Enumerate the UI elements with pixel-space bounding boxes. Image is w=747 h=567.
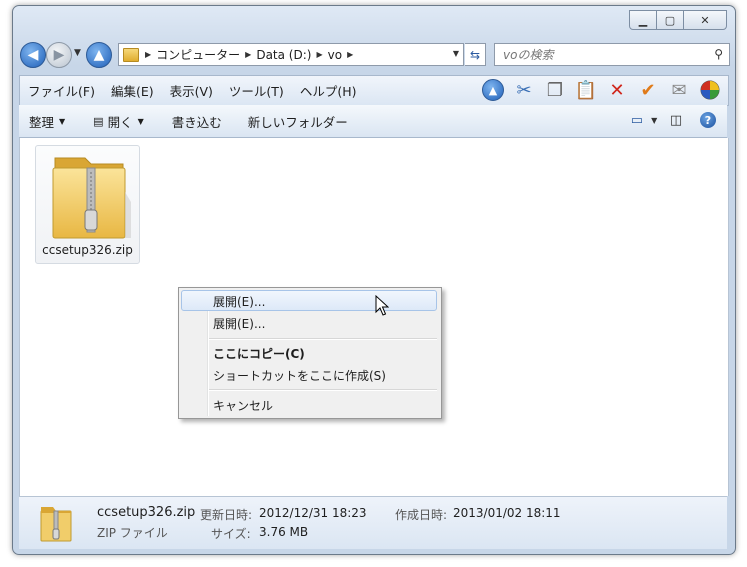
menu-bar: ファイル(F) 編集(E) 表示(V) ツール(T) ヘルプ(H) ▲ ✂ ❐ … bbox=[19, 75, 729, 106]
details-file-type: ZIP ファイル bbox=[97, 526, 168, 540]
up-icon[interactable]: ▲ bbox=[479, 78, 507, 102]
context-menu-item-copy-here[interactable]: ここにコピー(C) bbox=[181, 342, 437, 363]
context-menu-item-cancel[interactable]: キャンセル bbox=[181, 394, 437, 415]
back-arrow-icon: ◀ bbox=[27, 47, 39, 63]
back-button[interactable]: ◀ bbox=[20, 42, 46, 68]
explorer-window: ▁ ▢ ✕ ◀ ▶ ▼ ▲ ▶ コンピューター ▶ Data (D:) ▶ vo… bbox=[12, 5, 736, 555]
menu-tools[interactable]: ツール(T) bbox=[221, 81, 292, 100]
breadcrumb-drive[interactable]: Data (D:) bbox=[256, 48, 311, 62]
search-input[interactable] bbox=[501, 46, 705, 63]
maximize-icon: ▢ bbox=[664, 13, 676, 27]
close-button[interactable]: ✕ bbox=[683, 10, 727, 30]
breadcrumb-folder[interactable]: vo bbox=[328, 48, 342, 62]
palette-icon[interactable] bbox=[696, 78, 724, 102]
file-item[interactable]: ccsetup326.zip bbox=[35, 145, 140, 264]
details-pane: ccsetup326.zip ZIP ファイル 更新日時: 2012/12/31… bbox=[19, 496, 727, 549]
paste-icon[interactable]: 📋 bbox=[572, 78, 600, 102]
context-menu-label: キャンセル bbox=[213, 399, 274, 413]
new-folder-button[interactable]: 新しいフォルダー bbox=[238, 112, 358, 131]
command-bar-right: ▭ ▼ ◫ ? bbox=[625, 109, 721, 131]
chevron-down-icon: ▼ bbox=[137, 116, 144, 126]
context-menu-item-extract-highlighted[interactable]: 展開(E)... bbox=[181, 290, 437, 311]
search-icon[interactable]: ⚲ bbox=[714, 47, 723, 61]
organize-label: 整理 bbox=[29, 114, 55, 130]
preview-pane-button[interactable]: ◫ bbox=[663, 109, 689, 131]
open-button[interactable]: ▤ 開く ▼ bbox=[83, 112, 154, 131]
history-dropdown-icon[interactable]: ▼ bbox=[74, 48, 81, 58]
caption-buttons: ▁ ▢ ✕ bbox=[629, 10, 727, 30]
chevron-right-icon[interactable]: ▶ bbox=[145, 50, 151, 59]
copy-icon[interactable]: ❐ bbox=[541, 78, 569, 102]
new-folder-label: 新しいフォルダー bbox=[247, 114, 348, 130]
view-options-button[interactable]: ▭ ▼ bbox=[631, 109, 657, 131]
search-box[interactable]: ⚲ bbox=[494, 43, 730, 66]
view-icon: ▭ bbox=[630, 112, 644, 128]
navigation-bar: ◀ ▶ ▼ ▲ ▶ コンピューター ▶ Data (D:) ▶ vo ▶ ▼ ⇆… bbox=[20, 42, 730, 68]
chevron-right-icon[interactable]: ▶ bbox=[316, 50, 322, 59]
minimize-button[interactable]: ▁ bbox=[629, 10, 657, 30]
menu-help[interactable]: ヘルプ(H) bbox=[292, 81, 365, 100]
context-menu-item-extract[interactable]: 展開(E)... bbox=[181, 312, 437, 333]
context-menu-label: 展開(E)... bbox=[213, 317, 266, 331]
refresh-button[interactable]: ⇆ bbox=[465, 43, 486, 66]
help-icon: ? bbox=[700, 112, 716, 128]
maximize-button[interactable]: ▢ bbox=[656, 10, 684, 30]
breadcrumb-computer[interactable]: コンピューター bbox=[156, 46, 240, 63]
context-menu-label: ショートカットをここに作成(S) bbox=[213, 369, 386, 383]
context-menu-item-create-shortcut[interactable]: ショートカットをここに作成(S) bbox=[181, 364, 437, 385]
zip-folder-icon bbox=[52, 157, 131, 239]
minimize-icon: ▁ bbox=[638, 13, 648, 27]
forward-arrow-icon: ▶ bbox=[53, 47, 65, 63]
mouse-cursor-icon bbox=[375, 295, 389, 316]
forward-button[interactable]: ▶ bbox=[46, 42, 72, 68]
chevron-down-icon: ▼ bbox=[651, 115, 658, 125]
file-name: ccsetup326.zip bbox=[42, 243, 133, 257]
menu-file[interactable]: ファイル(F) bbox=[20, 81, 103, 100]
up-button[interactable]: ▲ bbox=[86, 42, 112, 68]
open-label: 開く bbox=[107, 114, 133, 130]
address-bar[interactable]: ▶ コンピューター ▶ Data (D:) ▶ vo ▶ ▼ bbox=[118, 43, 464, 66]
help-button[interactable]: ? bbox=[695, 109, 721, 131]
menu-view[interactable]: 表示(V) bbox=[162, 81, 221, 100]
context-menu: 展開(E)... 展開(E)... ここにコピー(C) ショートカットをここに作… bbox=[178, 287, 442, 419]
check-icon[interactable]: ✔ bbox=[634, 78, 662, 102]
folder-icon bbox=[123, 47, 139, 62]
chevron-right-icon[interactable]: ▶ bbox=[347, 50, 353, 59]
command-bar: 整理 ▼ ▤ 開く ▼ 書き込む 新しいフォルダー ▭ ▼ ◫ ? bbox=[19, 105, 727, 138]
mail-icon[interactable]: ✉ bbox=[665, 78, 693, 102]
context-menu-label: 展開(E)... bbox=[213, 295, 266, 309]
details-created-value: 2013/01/02 18:11 bbox=[453, 506, 561, 520]
context-menu-separator bbox=[209, 338, 437, 340]
refresh-icon: ⇆ bbox=[469, 47, 481, 62]
details-file-name: ccsetup326.zip bbox=[97, 505, 196, 520]
up-arrow-icon: ▲ bbox=[93, 47, 105, 63]
close-icon: ✕ bbox=[700, 13, 710, 27]
menu-edit[interactable]: 編集(E) bbox=[103, 81, 162, 100]
details-size-label: サイズ: bbox=[211, 527, 251, 541]
zip-folder-icon bbox=[40, 507, 72, 542]
context-menu-label: ここにコピー(C) bbox=[213, 347, 305, 361]
burn-label: 書き込む bbox=[171, 114, 222, 130]
address-dropdown-icon[interactable]: ▼ bbox=[453, 49, 459, 58]
context-menu-separator bbox=[209, 389, 437, 391]
details-modified-value: 2012/12/31 18:23 bbox=[259, 506, 367, 520]
chevron-right-icon[interactable]: ▶ bbox=[245, 50, 251, 59]
organize-button[interactable]: 整理 ▼ bbox=[19, 112, 75, 131]
open-icon: ▤ bbox=[93, 114, 104, 128]
details-modified-label: 更新日時: bbox=[200, 508, 253, 522]
details-size-value: 3.76 MB bbox=[259, 525, 309, 539]
cut-icon[interactable]: ✂ bbox=[510, 78, 538, 102]
details-created-label: 作成日時: bbox=[395, 508, 448, 522]
toolbar-icons: ▲ ✂ ❐ 📋 ✕ ✔ ✉ bbox=[476, 78, 724, 102]
preview-pane-icon: ◫ bbox=[669, 112, 683, 128]
chevron-down-icon: ▼ bbox=[59, 116, 66, 126]
burn-button[interactable]: 書き込む bbox=[162, 112, 232, 131]
delete-icon[interactable]: ✕ bbox=[603, 78, 631, 102]
